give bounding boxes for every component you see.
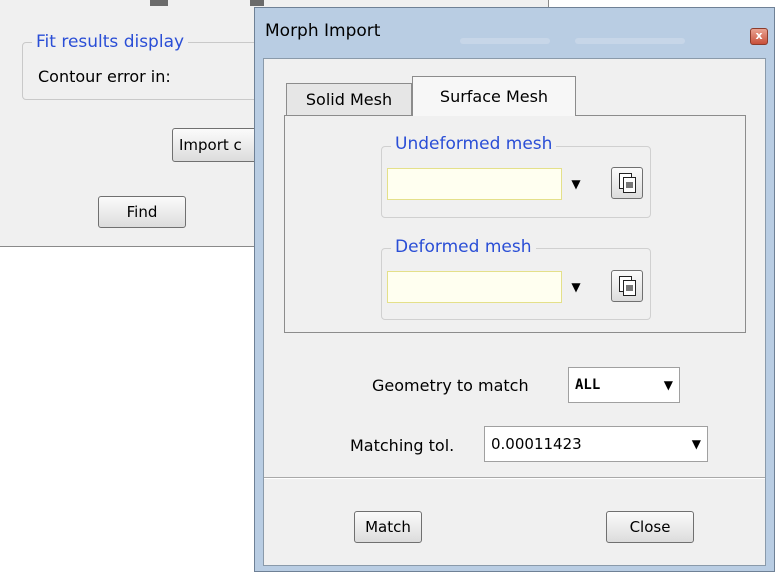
dropdown-arrow-icon: ▼ [663,378,673,392]
geometry-to-match-select[interactable]: ALL ▼ [568,367,680,403]
divider [264,477,765,479]
close-icon[interactable]: x [750,28,768,45]
geometry-to-match-label: Geometry to match [372,376,529,395]
dropdown-arrow-icon[interactable]: ▼ [565,271,587,303]
tab-surface-mesh[interactable]: Surface Mesh [412,76,576,116]
deformed-mesh-combo[interactable] [387,271,562,303]
dialog-title: Morph Import [265,21,381,41]
background-partial-control [250,0,264,6]
deformed-browse-button[interactable] [611,270,643,302]
surface-mesh-pane: Undeformed mesh ▼ Deformed mesh ▼ [284,115,746,333]
dialog-client-area: Solid Mesh Surface Mesh Undeformed mesh … [263,58,766,566]
contour-error-label: Contour error in: [38,67,171,86]
matching-tol-combo[interactable]: 0.00011423 ▼ [484,426,708,462]
morph-import-dialog: Morph Import x Solid Mesh Surface Mesh U… [254,7,775,572]
title-bar-reflection [460,38,550,44]
background-partial-control [150,0,168,6]
find-button[interactable]: Find [98,196,186,228]
title-bar-reflection [575,38,685,44]
undeformed-mesh-title: Undeformed mesh [391,134,557,154]
undeformed-browse-button[interactable] [611,167,643,199]
matching-tol-value: 0.00011423 [491,435,582,453]
geometry-value: ALL [575,377,601,393]
fit-results-group-title: Fit results display [32,32,189,52]
file-browse-icon [619,173,636,193]
dropdown-arrow-icon[interactable]: ▼ [565,168,587,200]
title-bar[interactable]: Morph Import x [255,8,774,56]
deformed-mesh-title: Deformed mesh [391,237,536,257]
match-button[interactable]: Match [354,511,422,543]
file-browse-icon [619,276,636,296]
undeformed-mesh-combo[interactable] [387,168,562,200]
close-button[interactable]: Close [606,511,694,543]
dropdown-arrow-icon: ▼ [691,437,701,451]
tab-solid-mesh[interactable]: Solid Mesh [286,83,412,115]
matching-tol-label: Matching tol. [350,436,455,455]
